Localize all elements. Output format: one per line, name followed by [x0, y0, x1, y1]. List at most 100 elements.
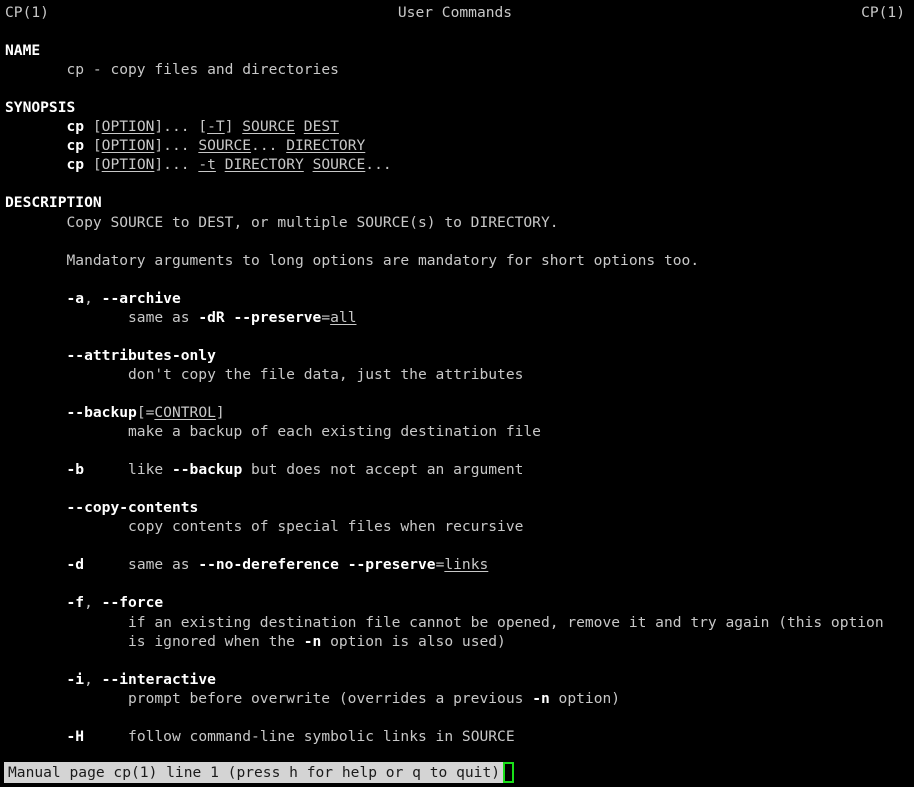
option-desc-suffix: but does not accept an argument	[242, 461, 524, 479]
synopsis-arg-source: SOURCE	[312, 156, 366, 174]
terminal-window[interactable]: CP(1) User Commands CP(1) NAME cp - copy…	[0, 0, 914, 787]
option-desc-interactive: prompt before overwrite (overrides a pre…	[5, 689, 914, 708]
option-term-d: -d same as --no-dereference --preserve=l…	[5, 555, 914, 574]
option-desc-text: copy contents of special files when recu…	[128, 518, 524, 536]
synopsis-command: cp	[66, 137, 85, 155]
option-short-flag-a: -a	[66, 289, 85, 307]
option-desc-underline-all: all	[330, 308, 357, 326]
option-desc-attributes-only: don't copy the file data, just the attri…	[5, 365, 914, 384]
section-heading-description: DESCRIPTION	[5, 193, 914, 212]
description-mandatory-line: Mandatory arguments to long options are …	[5, 251, 914, 270]
option-desc-text: if an existing destination file cannot b…	[128, 613, 884, 631]
option-desc-eq: =	[321, 308, 331, 326]
option-term-b: -b like --backup but does not accept an …	[5, 460, 914, 479]
option-desc-backup: make a backup of each existing destinati…	[5, 422, 914, 441]
man-header: CP(1) User Commands CP(1)	[5, 3, 914, 22]
option-desc-text: don't copy the file data, just the attri…	[128, 365, 524, 383]
synopsis-option-placeholder: OPTION	[101, 137, 155, 155]
option-desc-bold: -dR --preserve	[198, 308, 322, 326]
option-desc-copy-contents: copy contents of special files when recu…	[5, 517, 914, 536]
option-desc-prefix: same as	[128, 308, 199, 326]
synopsis-flag-t: -t	[198, 156, 216, 174]
option-short-flag-i: -i	[66, 670, 85, 688]
name-body-text: cp - copy files and directories	[66, 61, 339, 79]
pager-status-text: Manual page cp(1) line 1 (press h for he…	[4, 762, 504, 783]
synopsis-arg-source: SOURCE	[242, 118, 295, 136]
synopsis-command: cp	[66, 156, 85, 174]
option-term-attributes-only: --attributes-only	[5, 346, 914, 365]
option-short-flag-H: -H	[66, 727, 85, 745]
option-desc-prefix: is ignored when the	[128, 632, 304, 650]
option-long-flag-archive: --archive	[101, 289, 181, 307]
option-short-flag-f: -f	[66, 594, 85, 612]
option-desc-prefix: same as	[128, 556, 199, 574]
synopsis-arg-directory: DIRECTORY	[224, 156, 304, 174]
option-term-bracket-open: [=	[136, 403, 155, 421]
option-short-flag-b: -b	[66, 461, 85, 479]
section-heading-name: NAME	[5, 41, 914, 60]
option-desc-suffix: option is also used)	[321, 632, 506, 650]
section-heading-description-text: DESCRIPTION	[5, 194, 102, 212]
option-desc-prefix: like	[128, 461, 172, 479]
option-desc-force-line2: is ignored when the -n option is also us…	[5, 632, 914, 651]
section-heading-synopsis-text: SYNOPSIS	[5, 99, 76, 117]
option-desc-text: make a backup of each existing destinati…	[128, 423, 541, 441]
option-long-flag-copy-contents: --copy-contents	[66, 499, 199, 517]
option-long-flag-attributes-only: --attributes-only	[66, 346, 216, 364]
option-long-flag-interactive: --interactive	[101, 670, 216, 688]
synopsis-line-2: cp [OPTION]... SOURCE... DIRECTORY	[66, 137, 366, 155]
option-term-underline-control: CONTROL	[154, 403, 216, 421]
synopsis-arg-directory: DIRECTORY	[286, 137, 366, 155]
synopsis-option-placeholder: OPTION	[101, 118, 155, 136]
synopsis-arg-dest: DEST	[303, 118, 339, 136]
description-intro-text: Copy SOURCE to DEST, or multiple SOURCE(…	[66, 213, 559, 231]
man-header-right: CP(1)	[861, 4, 905, 21]
synopsis-flag-T: -T	[207, 118, 225, 136]
option-term-interactive: -i, --interactive	[66, 670, 216, 688]
option-desc-force-line1: if an existing destination file cannot b…	[5, 613, 914, 632]
description-mandatory-text: Mandatory arguments to long options are …	[66, 251, 700, 269]
option-desc-suffix: option)	[549, 689, 621, 707]
option-long-flag-force: --force	[101, 594, 164, 612]
name-body-line: cp - copy files and directories	[5, 60, 914, 79]
option-term-backup: --backup[=CONTROL]	[5, 403, 914, 422]
section-heading-synopsis: SYNOPSIS	[5, 98, 914, 117]
option-term-archive: -a, --archive	[66, 289, 181, 307]
option-term-bracket-close: ]	[215, 403, 225, 421]
option-term-force: -f, --force	[66, 594, 164, 612]
option-desc-text: follow command-line symbolic links in SO…	[128, 727, 515, 745]
option-desc-archive: same as -dR --preserve=all	[5, 308, 914, 327]
pager-status-bar[interactable]: Manual page cp(1) line 1 (press h for he…	[4, 762, 515, 783]
option-desc-underline-links: links	[444, 556, 489, 574]
option-term-copy-contents: --copy-contents	[5, 498, 914, 517]
option-desc-bold-n: -n	[303, 632, 322, 650]
synopsis-line-3: cp [OPTION]... -t DIRECTORY SOURCE...	[66, 156, 392, 174]
option-desc-bold-backup: --backup	[171, 461, 243, 479]
man-page-content: CP(1) User Commands CP(1) NAME cp - copy…	[5, 3, 914, 746]
option-desc-prefix: prompt before overwrite (overrides a pre…	[128, 689, 533, 707]
synopsis-command: cp	[66, 118, 85, 136]
option-desc-bold: --no-dereference --preserve	[198, 556, 436, 574]
description-intro-line: Copy SOURCE to DEST, or multiple SOURCE(…	[5, 213, 914, 232]
synopsis-line-1: cp [OPTION]... [-T] SOURCE DEST	[66, 118, 339, 136]
option-long-flag-backup: --backup	[66, 403, 137, 421]
option-term-H: -H follow command-line symbolic links in…	[5, 727, 914, 746]
synopsis-arg-source: SOURCE	[198, 137, 252, 155]
synopsis-option-placeholder: OPTION	[101, 156, 155, 174]
terminal-cursor	[503, 762, 515, 783]
option-short-flag-d: -d	[66, 556, 85, 574]
option-desc-bold-n: -n	[532, 689, 550, 707]
